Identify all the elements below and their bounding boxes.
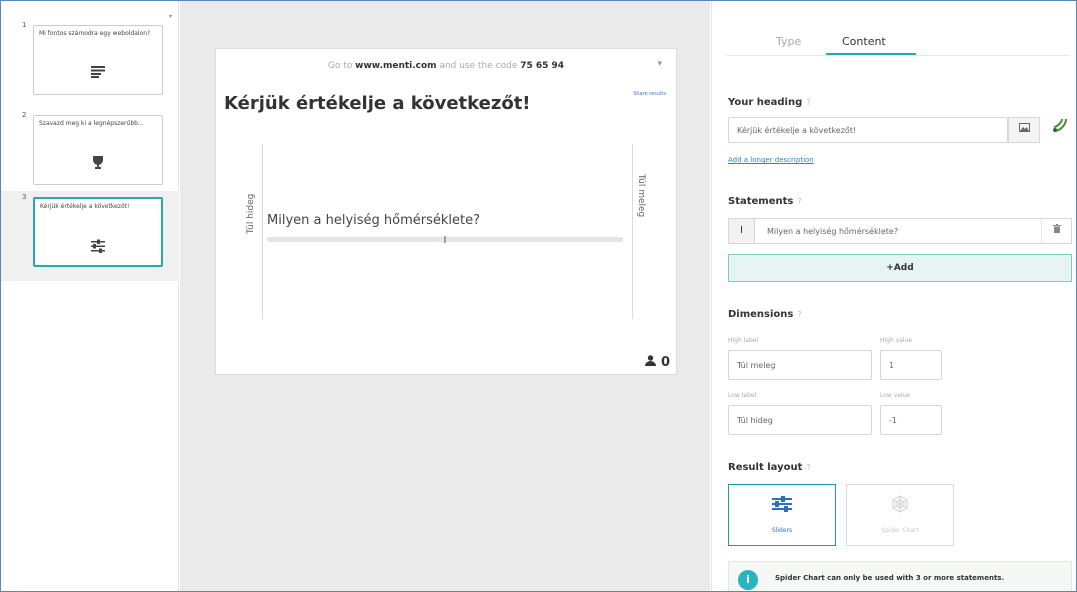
divider <box>726 55 1070 56</box>
menti-url: www.menti.com <box>355 61 437 71</box>
low-label: Túl hideg <box>246 193 256 234</box>
high-label-input[interactable]: Túl meleg <box>728 350 872 380</box>
trash-icon[interactable] <box>1041 219 1071 243</box>
tab-content[interactable]: Content <box>842 35 886 48</box>
low-value-input[interactable]: -1 <box>880 405 942 435</box>
scale-area: Túl hideg Túl meleg Milyen a helyiség hő… <box>236 144 658 319</box>
slider-track <box>267 236 623 243</box>
extension-icon[interactable] <box>1052 117 1068 137</box>
scale-divider <box>262 144 263 319</box>
response-count: 0 <box>645 355 670 370</box>
layout-option-spider-chart[interactable]: Spider Chart <box>846 484 954 546</box>
slide-title: Mi fontos számodra egy weboldalon? <box>39 30 151 37</box>
low-value-caption: Low value <box>880 392 911 399</box>
slide-list: ▾ 1 Mi fontos számodra egy weboldalon? 2… <box>1 1 179 591</box>
editor-panel: Type Content Your heading? Kérjük értéke… <box>711 1 1076 591</box>
info-icon: i <box>738 570 758 590</box>
response-count-value: 0 <box>660 355 670 370</box>
scale-divider <box>632 144 633 319</box>
join-instructions: Go to www.menti.com and use the code 75 … <box>216 61 676 71</box>
slide-thumbnail[interactable]: Mi fontos számodra egy weboldalon? <box>33 25 163 95</box>
app-window: ▾ 1 Mi fontos számodra egy weboldalon? 2… <box>0 0 1077 592</box>
label-text: Dimensions <box>728 309 794 320</box>
statement-input[interactable]: Milyen a helyiség hőmérséklete? <box>767 227 898 236</box>
slide-thumbnail[interactable]: Szavazd meg ki a legnépszerűbb... <box>33 115 163 185</box>
high-value-caption: High value <box>880 337 913 344</box>
slide-thumbnail[interactable]: Kérjük értékelje a következőt! <box>33 197 163 267</box>
high-value-input[interactable]: 1 <box>880 350 942 380</box>
lines-icon <box>91 66 105 82</box>
layout-option-sliders[interactable]: Sliders <box>728 484 836 546</box>
person-icon <box>645 355 657 366</box>
info-message: i Spider Chart can only be used with 3 o… <box>728 561 1072 591</box>
tab-type[interactable]: Type <box>776 35 801 48</box>
statements-section-label: Statements? <box>728 196 802 207</box>
low-label-input[interactable]: Túl hideg <box>728 405 872 435</box>
high-label-caption: High label <box>728 337 759 344</box>
help-icon[interactable]: ? <box>797 310 801 319</box>
slide-item-1[interactable]: 1 Mi fontos számodra egy weboldalon? <box>1 19 179 109</box>
add-statement-button[interactable]: +Add <box>728 254 1072 282</box>
statement-row[interactable]: I Milyen a helyiség hőmérséklete? <box>728 218 1072 244</box>
help-icon[interactable]: ? <box>806 98 810 107</box>
label-text: Your heading <box>728 97 803 108</box>
heading-section-label: Your heading? <box>728 97 811 108</box>
slide-title: Szavazd meg ki a legnépszerűbb... <box>39 120 144 127</box>
instruction-text: Go to <box>327 61 353 71</box>
result-layout-section-label: Result layout? <box>728 462 811 473</box>
slide-title: Kérjük értékelje a következőt! <box>40 203 130 210</box>
slide-item-3[interactable]: 3 Kérjük értékelje a következőt! <box>1 191 179 281</box>
slide-canvas: Go to www.menti.com and use the code 75 … <box>180 1 710 591</box>
slide-heading: Kérjük értékelje a következőt! <box>224 93 531 114</box>
instruction-text: and use the code <box>439 61 518 71</box>
layout-label: Spider Chart <box>881 527 919 534</box>
low-label-caption: Low label <box>728 392 757 399</box>
high-label: Túl meleg <box>636 174 646 218</box>
slider-marker <box>444 236 446 243</box>
slide-preview: Go to www.menti.com and use the code 75 … <box>215 48 677 375</box>
drag-handle-icon[interactable]: I <box>729 219 755 243</box>
layout-label: Sliders <box>771 527 793 534</box>
statement-text: Milyen a helyiség hőmérséklete? <box>267 213 481 228</box>
add-description-link[interactable]: Add a longer description <box>728 156 814 164</box>
slide-number: 1 <box>22 21 27 29</box>
heading-input[interactable]: Kérjük értékelje a következőt! <box>728 117 1008 143</box>
info-text: Spider Chart can only be used with 3 or … <box>775 574 1005 582</box>
sliders-icon <box>729 495 835 517</box>
label-text: Result layout <box>728 462 803 473</box>
slide-item-2[interactable]: 2 Szavazd meg ki a legnépszerűbb... <box>1 109 179 199</box>
help-icon[interactable]: ? <box>806 463 810 472</box>
trophy-icon <box>92 156 104 174</box>
label-text: Statements <box>728 196 794 207</box>
slide-number: 2 <box>22 111 27 119</box>
dimensions-section-label: Dimensions? <box>728 309 802 320</box>
share-results-link[interactable]: Share results <box>633 91 666 97</box>
slide-number: 3 <box>22 193 27 201</box>
spider-chart-icon <box>847 495 953 517</box>
image-icon[interactable] <box>1008 117 1040 143</box>
chevron-down-icon[interactable]: ▾ <box>657 59 662 69</box>
help-icon[interactable]: ? <box>797 197 801 206</box>
voting-code: 75 65 94 <box>520 61 565 71</box>
sliders-icon <box>91 239 105 257</box>
